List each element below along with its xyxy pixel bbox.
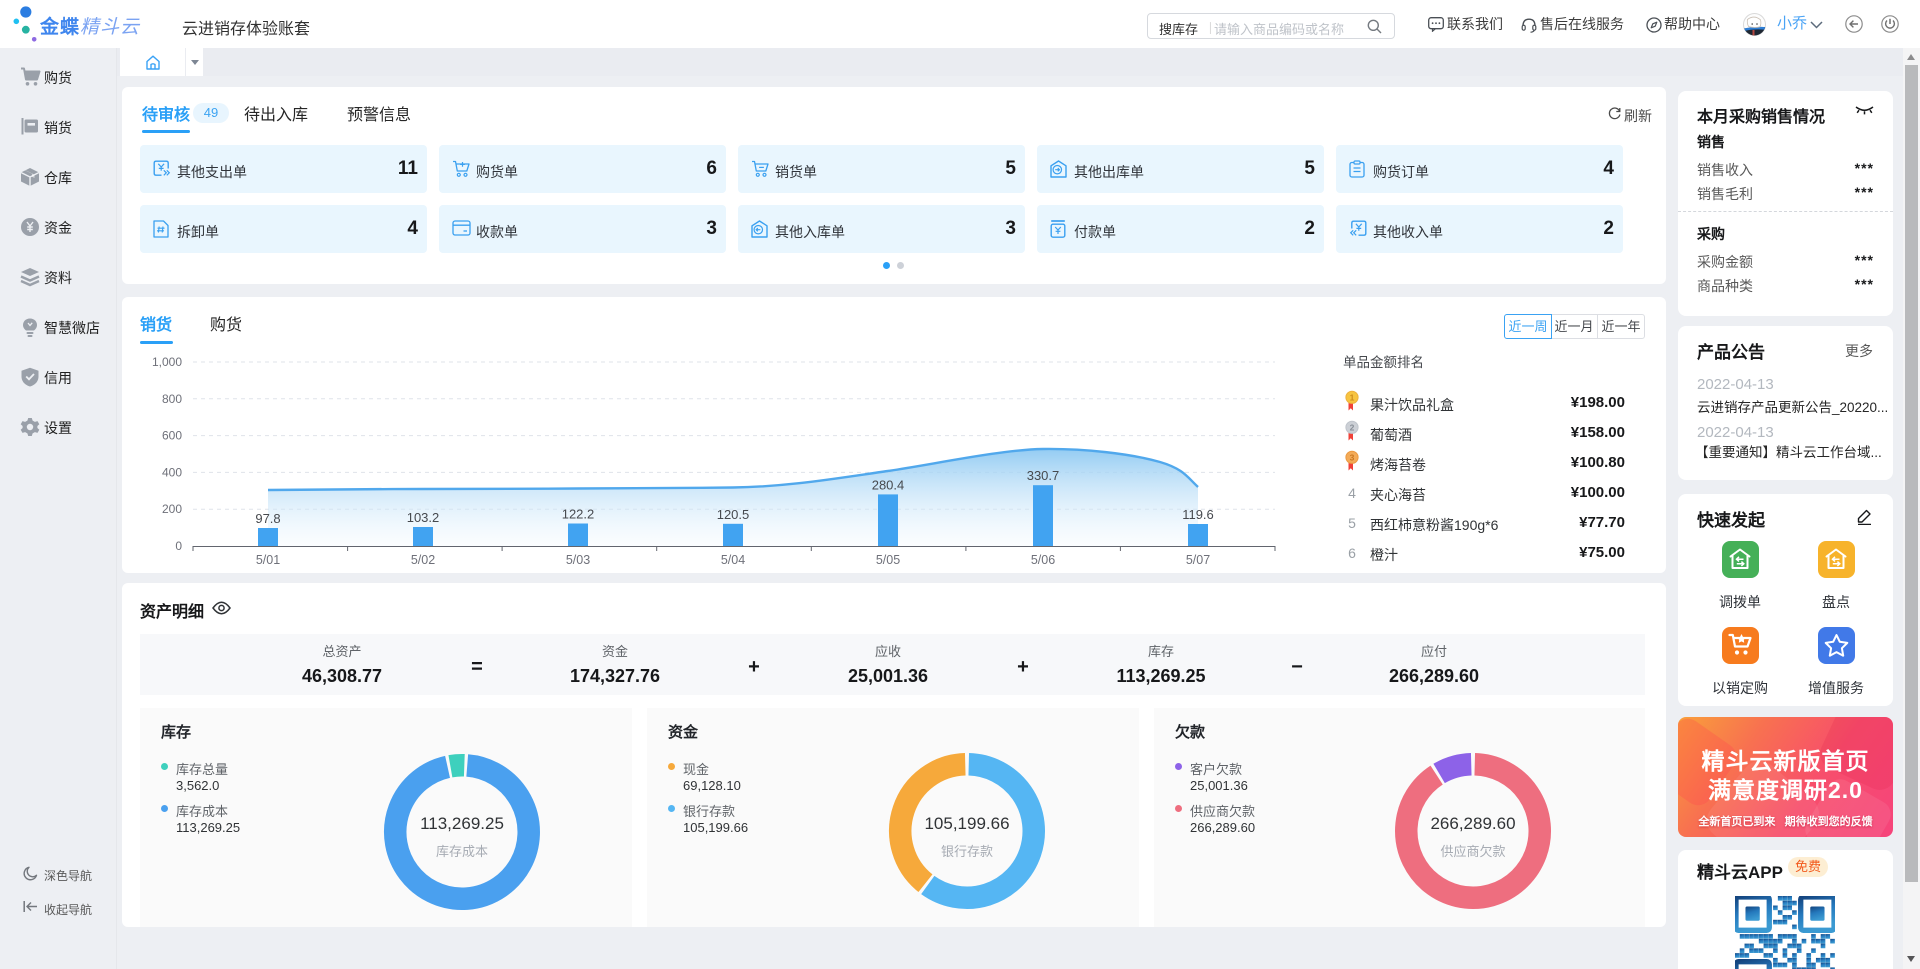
svg-text:103.2: 103.2 [407, 510, 440, 525]
svg-text:3: 3 [1350, 452, 1355, 462]
svg-text:330.7: 330.7 [1027, 468, 1060, 483]
svg-text:119.6: 119.6 [1182, 507, 1214, 522]
svg-text:280.4: 280.4 [872, 477, 905, 492]
svg-text:400: 400 [162, 465, 182, 479]
svg-text:0: 0 [175, 539, 182, 553]
svg-text:5/04: 5/04 [721, 553, 745, 567]
svg-text:5/06: 5/06 [1031, 553, 1055, 567]
svg-text:97.8: 97.8 [255, 511, 280, 526]
svg-text:1,000: 1,000 [152, 355, 182, 369]
svg-text:122.2: 122.2 [562, 507, 595, 522]
svg-text:1: 1 [1350, 392, 1355, 402]
svg-text:5/01: 5/01 [256, 553, 280, 567]
svg-text:120.5: 120.5 [717, 507, 750, 522]
svg-text:800: 800 [162, 392, 182, 406]
svg-text:600: 600 [162, 429, 182, 443]
svg-text:2: 2 [1350, 422, 1355, 432]
svg-text:200: 200 [162, 502, 182, 516]
svg-text:5/07: 5/07 [1186, 553, 1210, 567]
svg-text:5/03: 5/03 [566, 553, 590, 567]
svg-text:5/02: 5/02 [411, 553, 435, 567]
svg-text:5/05: 5/05 [876, 553, 900, 567]
